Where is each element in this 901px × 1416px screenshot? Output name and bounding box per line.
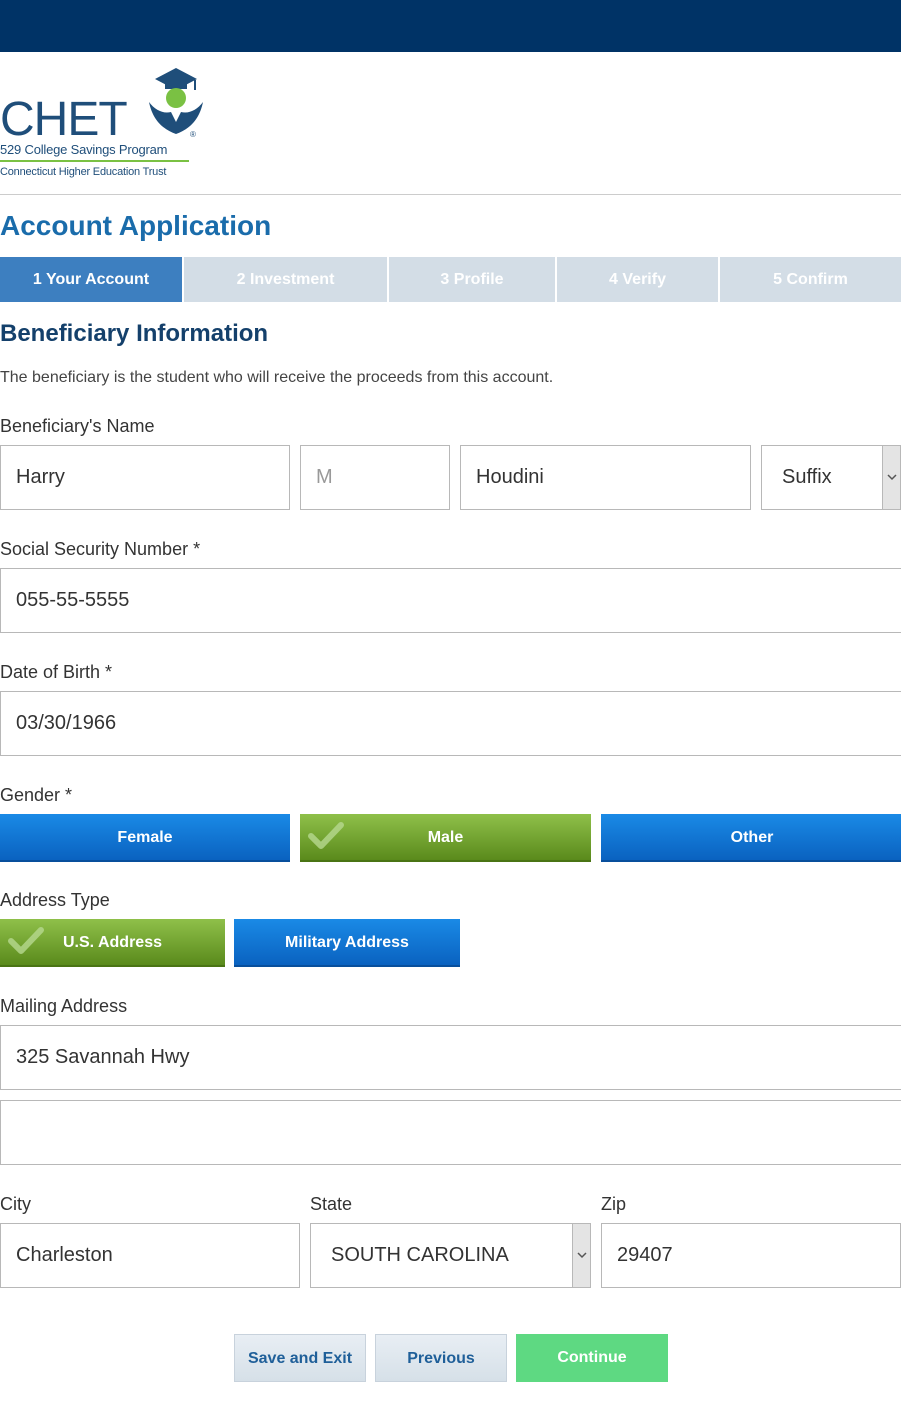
state-label: State	[310, 1194, 353, 1214]
page-title: Account Application	[0, 210, 272, 241]
top-header-bar	[0, 0, 901, 52]
step-investment[interactable]: 2 Investment	[184, 257, 387, 302]
city-input[interactable]	[0, 1223, 300, 1288]
checkmark-icon	[308, 822, 344, 849]
section-intro: The beneficiary is the student who will …	[0, 369, 554, 386]
gender-other-button[interactable]: Other	[601, 814, 901, 862]
dob-label: Date of Birth *	[0, 662, 113, 682]
us-address-button[interactable]: U.S. Address	[0, 919, 225, 967]
logo-wordmark: CHET	[0, 93, 128, 146]
chevron-down-icon	[572, 1224, 590, 1287]
save-and-exit-button[interactable]: Save and Exit	[234, 1334, 366, 1382]
continue-button[interactable]: Continue	[516, 1334, 668, 1382]
chet-logo[interactable]: CHET ® 529 College Savings Program Conne…	[0, 66, 210, 184]
beneficiary-name-label: Beneficiary's Name	[0, 416, 155, 436]
last-name-input[interactable]	[460, 445, 751, 510]
gender-male-label: Male	[427, 829, 464, 846]
logo-tagline: Connecticut Higher Education Trust	[0, 166, 167, 178]
step-your-account[interactable]: 1 Your Account	[0, 257, 182, 302]
registered-mark: ®	[190, 130, 196, 139]
progress-steps: 1 Your Account 2 Investment 3 Profile 4 …	[0, 257, 901, 302]
military-address-button[interactable]: Military Address	[234, 919, 460, 967]
previous-button[interactable]: Previous	[375, 1334, 507, 1382]
dob-input[interactable]	[0, 691, 901, 756]
ssn-label: Social Security Number *	[0, 539, 201, 559]
section-title: Beneficiary Information	[0, 320, 269, 347]
state-select[interactable]: SOUTH CAROLINA	[310, 1223, 591, 1288]
state-select-value: SOUTH CAROLINA	[331, 1244, 509, 1266]
ssn-input[interactable]	[0, 568, 901, 633]
gender-female-button[interactable]: Female	[0, 814, 290, 862]
graduate-cap-icon	[149, 68, 203, 134]
step-verify[interactable]: 4 Verify	[557, 257, 718, 302]
gender-label: Gender *	[0, 785, 73, 805]
suffix-select-value: Suffix	[782, 466, 832, 488]
zip-label: Zip	[601, 1194, 627, 1214]
address-line1-input[interactable]	[0, 1025, 901, 1090]
city-label: City	[0, 1194, 31, 1214]
address-type-label: Address Type	[0, 890, 110, 910]
checkmark-icon	[8, 927, 44, 954]
header-divider	[0, 194, 901, 195]
zip-input[interactable]	[601, 1223, 901, 1288]
first-name-input[interactable]	[0, 445, 290, 510]
mailing-address-label: Mailing Address	[0, 996, 128, 1016]
suffix-select[interactable]: Suffix	[761, 445, 901, 510]
step-profile[interactable]: 3 Profile	[389, 257, 555, 302]
logo-divider	[0, 160, 189, 162]
logo-subtitle: 529 College Savings Program	[0, 142, 168, 157]
step-confirm[interactable]: 5 Confirm	[720, 257, 901, 302]
middle-initial-input[interactable]	[300, 445, 450, 510]
gender-male-button[interactable]: Male	[300, 814, 591, 862]
chevron-down-icon	[882, 446, 900, 509]
us-address-label: U.S. Address	[63, 934, 162, 951]
address-line2-input[interactable]	[0, 1100, 901, 1165]
